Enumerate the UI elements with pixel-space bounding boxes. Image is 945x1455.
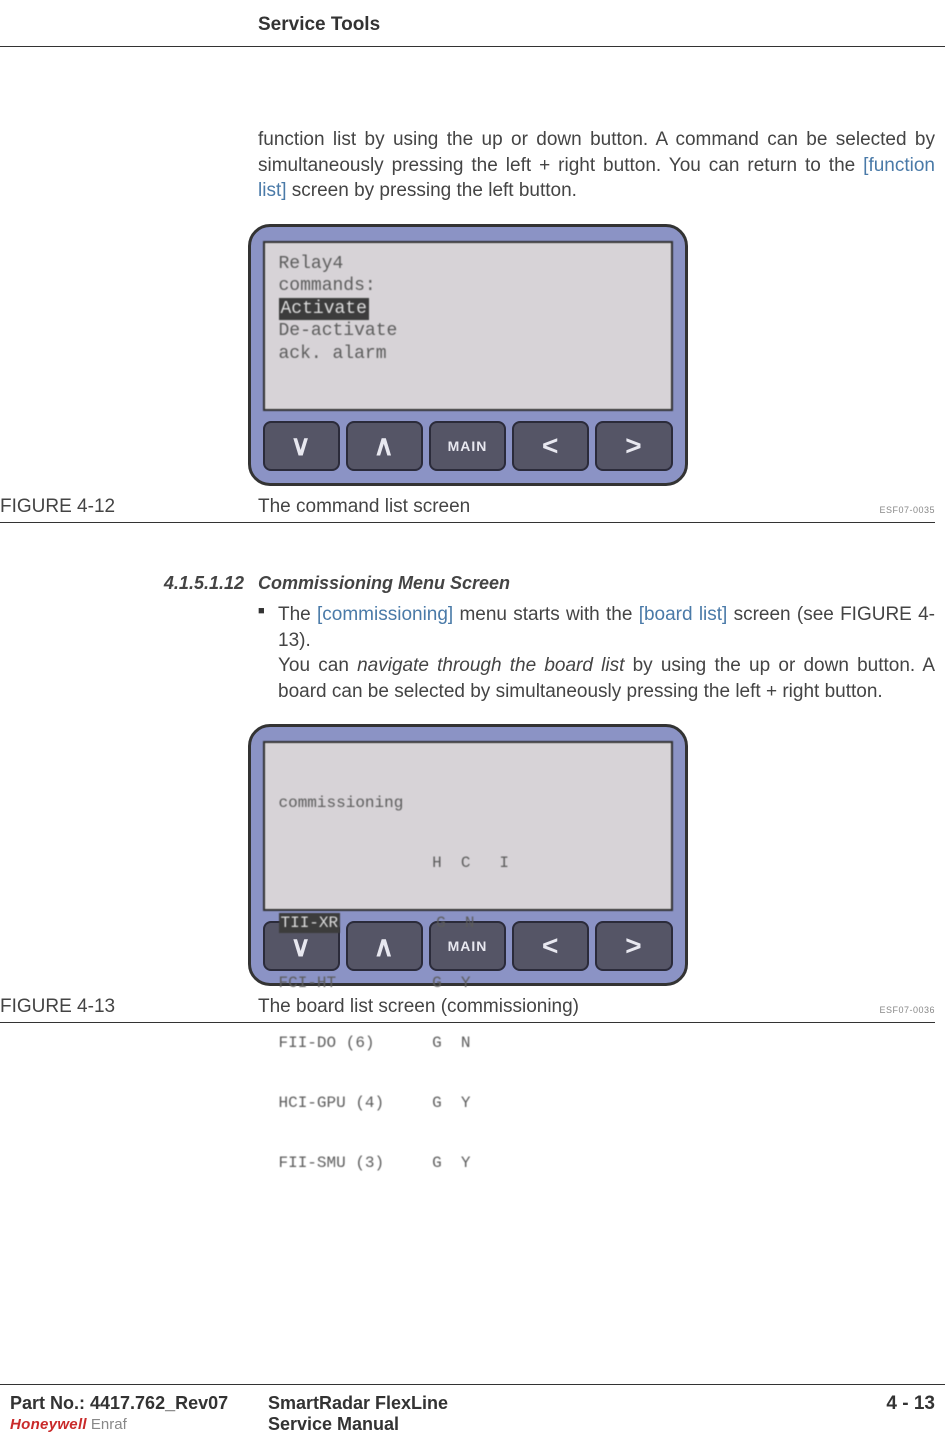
- up-button[interactable]: ∧: [346, 421, 423, 471]
- brand-enraf: Enraf: [91, 1416, 127, 1433]
- bullet-text-italic: navigate through the board list: [357, 655, 624, 676]
- lcd2-row2: FCI-HT G Y: [279, 973, 657, 993]
- intro-paragraph: function list by using the up or down bu…: [258, 127, 935, 204]
- bullet-text-2a: You can: [278, 655, 357, 676]
- device-figure-1: Relay4 commands: Activate De-activate ac…: [248, 224, 688, 486]
- device-bezel: Relay4 commands: Activate De-activate ac…: [248, 224, 688, 486]
- button-row-1: ∨ ∧ MAIN < >: [263, 421, 673, 471]
- lcd1-line5: ack. alarm: [279, 343, 657, 366]
- lcd2-row1-rest: G N: [340, 914, 474, 932]
- figure-caption-row-1: FIGURE 4-12 The command list screen ESF0…: [0, 496, 935, 523]
- main-button[interactable]: MAIN: [429, 421, 506, 471]
- down-button[interactable]: ∨: [263, 421, 340, 471]
- subsection-title: Commissioning Menu Screen: [258, 573, 510, 594]
- lcd-screen-2: commissioning H C I TII-XR G N FCI-HT G …: [263, 741, 673, 911]
- footer-left: Part No.: 4417.762_Rev07 HoneywellEnraf: [10, 1393, 268, 1433]
- figure-2-label: FIGURE 4-13: [0, 996, 258, 1018]
- figure-2-code: ESF07-0036: [879, 1005, 935, 1018]
- lcd2-cols: H C I: [279, 853, 657, 873]
- page-number: 4 - 13: [886, 1393, 935, 1415]
- subsection-heading: 4.1.5.1.12 Commissioning Menu Screen: [0, 573, 935, 594]
- product-name: SmartRadar FlexLine: [268, 1393, 886, 1414]
- lcd2-header: commissioning: [279, 793, 657, 813]
- lcd1-line2: commands:: [279, 275, 657, 298]
- lcd2-row3: FII-DO (6) G N: [279, 1033, 657, 1053]
- brand-honeywell: Honeywell: [10, 1416, 87, 1433]
- part-number: Part No.: 4417.762_Rev07: [10, 1393, 268, 1414]
- figure-1-caption: The command list screen: [258, 496, 879, 518]
- doc-name: Service Manual: [268, 1414, 886, 1435]
- board-list-link: [board list]: [639, 604, 728, 625]
- device-figure-2: commissioning H C I TII-XR G N FCI-HT G …: [248, 724, 688, 986]
- bullet-text-1a: The: [278, 604, 317, 625]
- page-header: Service Tools: [0, 0, 945, 47]
- subsection-number: 4.1.5.1.12: [0, 573, 258, 594]
- content: function list by using the up or down bu…: [0, 127, 945, 1023]
- left-button[interactable]: <: [512, 421, 589, 471]
- lcd-screen-1: Relay4 commands: Activate De-activate ac…: [263, 241, 673, 411]
- device-bezel-2: commissioning H C I TII-XR G N FCI-HT G …: [248, 724, 688, 986]
- bullet-text-1b: menu starts with the: [453, 604, 638, 625]
- lcd2-row5: FII-SMU (3) G Y: [279, 1153, 657, 1173]
- intro-text-2: screen by pressing the left button.: [287, 180, 577, 201]
- commissioning-link: [commissioning]: [317, 604, 453, 625]
- footer-mid: SmartRadar FlexLine Service Manual: [268, 1393, 886, 1435]
- lcd1-line4: De-activate: [279, 320, 657, 343]
- section-title: Service Tools: [258, 14, 945, 36]
- lcd2-row1-hl: TII-XR: [279, 913, 341, 933]
- lcd2-row4: HCI-GPU (4) G Y: [279, 1093, 657, 1113]
- intro-text-1: function list by using the up or down bu…: [258, 129, 935, 176]
- lcd1-line1: Relay4: [279, 253, 657, 276]
- right-button[interactable]: >: [595, 421, 672, 471]
- lcd1-line3-highlight: Activate: [279, 298, 369, 321]
- brand: HoneywellEnraf: [10, 1416, 268, 1433]
- figure-1-code: ESF07-0035: [879, 505, 935, 518]
- page-footer: Part No.: 4417.762_Rev07 HoneywellEnraf …: [0, 1384, 945, 1435]
- bullet-paragraph: The [commissioning] menu starts with the…: [278, 602, 935, 705]
- figure-1-label: FIGURE 4-12: [0, 496, 258, 518]
